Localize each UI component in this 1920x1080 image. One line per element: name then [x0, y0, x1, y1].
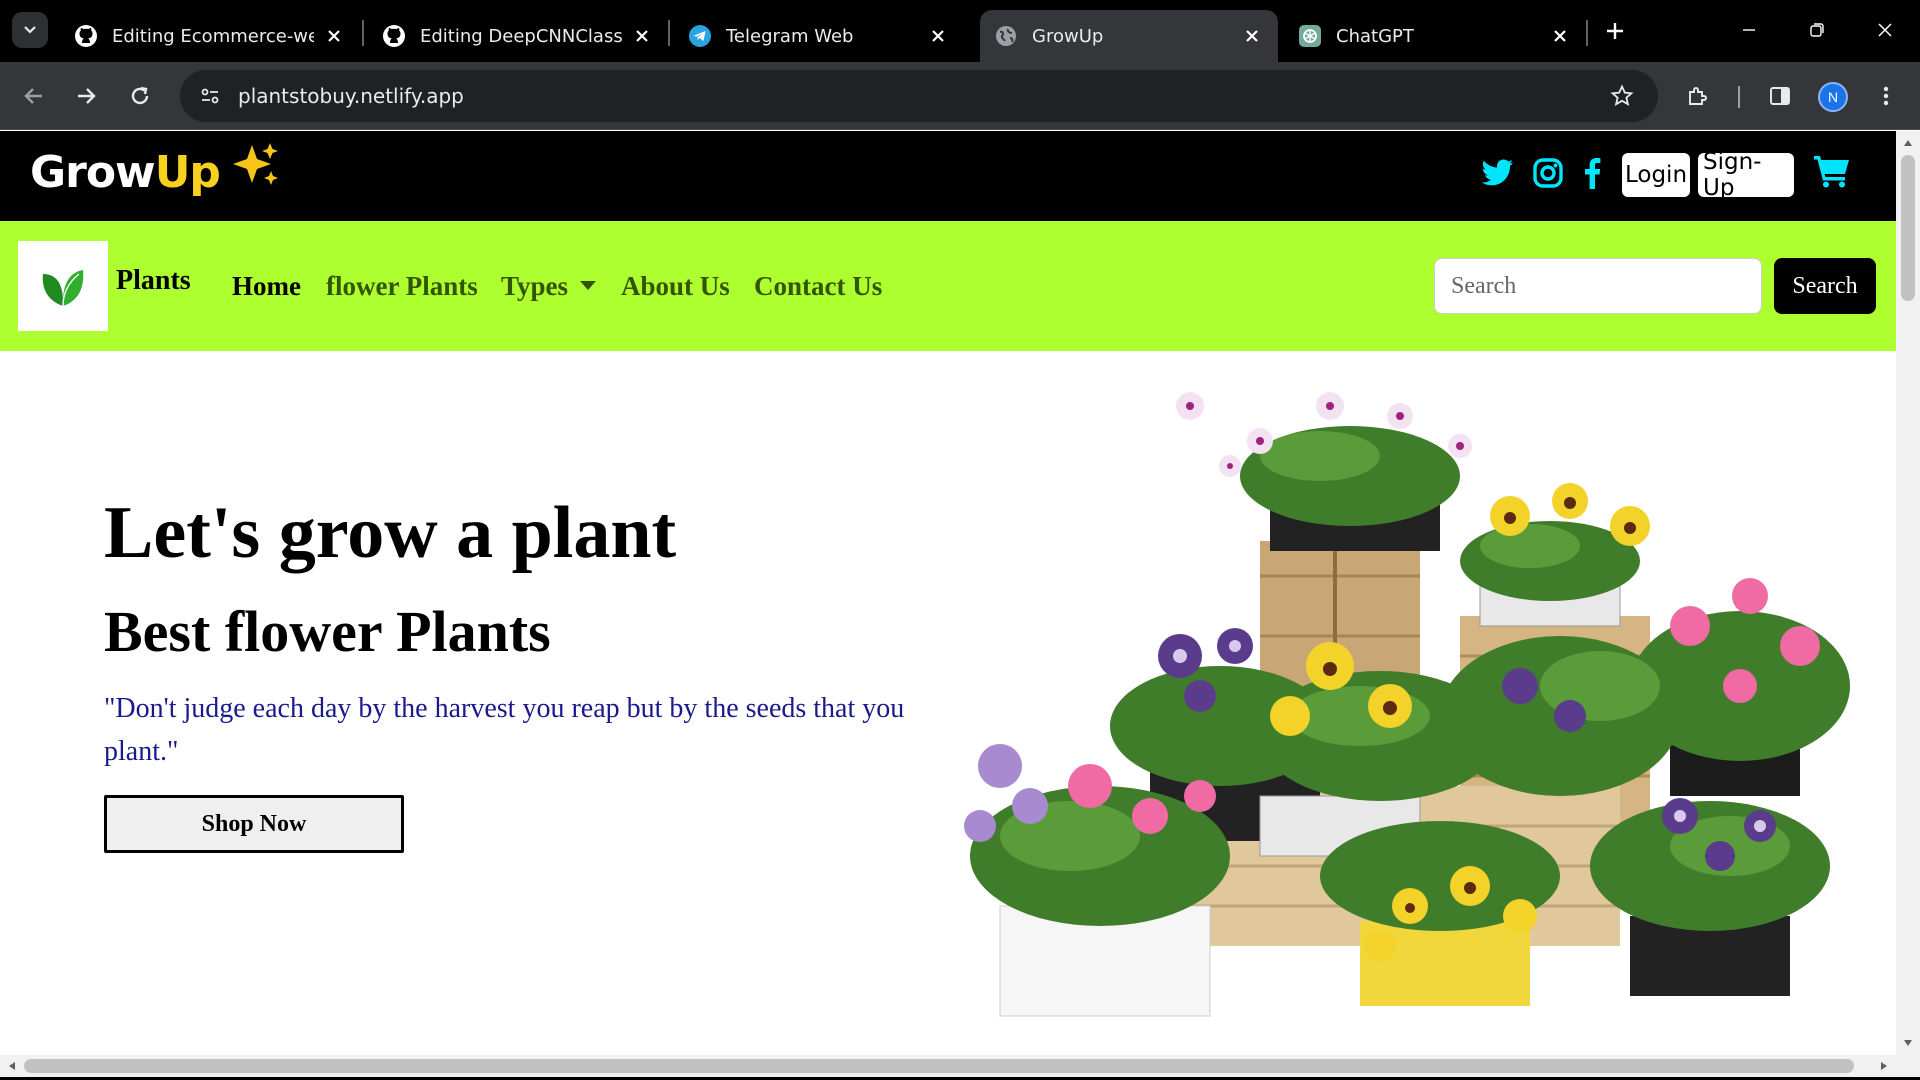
close-icon[interactable] [1548, 24, 1572, 48]
tab-search-button[interactable] [12, 12, 48, 48]
reload-icon [131, 86, 149, 105]
close-icon[interactable] [1240, 24, 1264, 48]
tab-separator [1586, 20, 1588, 46]
side-panel-icon [1770, 87, 1790, 105]
hero-title: Let's grow a plant [104, 492, 677, 574]
tab-title: Editing DeepCNNClassifier [420, 25, 622, 47]
arrow-right-icon [78, 88, 96, 104]
tab-separator [362, 20, 364, 46]
scroll-right-arrow-icon[interactable] [1878, 1060, 1890, 1072]
github-icon [74, 24, 98, 48]
menu-button[interactable] [1866, 76, 1906, 116]
reload-button[interactable] [120, 76, 160, 116]
facebook-icon[interactable] [1572, 153, 1612, 193]
site-settings-icon[interactable] [190, 76, 230, 116]
tab-separator [668, 20, 670, 46]
search-button[interactable]: Search [1774, 258, 1876, 314]
forward-button[interactable] [66, 76, 106, 116]
tab-deepcnn[interactable]: Editing DeepCNNClassifier [368, 10, 668, 62]
restore-icon [1810, 23, 1824, 37]
nav-about-us[interactable]: About Us [621, 271, 730, 302]
back-button[interactable] [14, 76, 54, 116]
logo-text-up: Up [154, 147, 221, 198]
tab-title: Telegram Web [726, 25, 854, 47]
close-icon [1878, 23, 1892, 37]
arrow-left-icon [24, 88, 42, 104]
chevron-down-icon [24, 26, 36, 34]
side-panel-button[interactable] [1760, 76, 1800, 116]
signup-button[interactable]: Sign-Up [1698, 149, 1794, 201]
tab-title: Editing Ecommerce-website [112, 25, 314, 47]
vertical-scroll-thumb[interactable] [1901, 155, 1915, 301]
hero-quote: "Don't judge each day by the harvest you… [104, 693, 905, 767]
logo-text-grow: Grow [30, 147, 156, 198]
tab-chatgpt[interactable]: ChatGPT [1284, 10, 1586, 62]
scroll-down-arrow-icon[interactable] [1902, 1037, 1914, 1049]
login-button[interactable]: Login [1622, 153, 1690, 197]
nav-home[interactable]: Home [232, 271, 301, 302]
site-logo[interactable]: GrowUp [30, 141, 280, 198]
github-icon [382, 24, 406, 48]
nav-flower-plants[interactable]: flower Plants [326, 271, 478, 302]
tab-ecommerce[interactable]: Editing Ecommerce-website [60, 10, 360, 62]
scroll-left-arrow-icon[interactable] [6, 1060, 18, 1072]
tab-telegram[interactable]: Telegram Web [674, 10, 964, 62]
site-header: GrowUp Login Sign-Up [0, 131, 1896, 221]
profile-avatar[interactable]: N [1818, 82, 1848, 112]
search-input[interactable] [1434, 258, 1762, 314]
url-text[interactable]: plantstobuy.netlify.app [238, 84, 464, 108]
chatgpt-icon [1298, 24, 1322, 48]
cart-icon[interactable] [1810, 151, 1854, 191]
scroll-up-arrow-icon[interactable] [1902, 137, 1914, 149]
vertical-scrollbar[interactable] [1896, 131, 1920, 1055]
sparkles-icon [230, 143, 280, 198]
horizontal-scrollbar[interactable] [0, 1055, 1896, 1077]
bookmark-star-icon[interactable] [1602, 76, 1642, 116]
more-vertical-icon [1883, 86, 1889, 106]
minimize-icon [1743, 29, 1755, 31]
extensions-button[interactable] [1678, 76, 1718, 116]
hero-subtitle: Best flower Plants [104, 599, 551, 664]
close-icon[interactable] [630, 24, 654, 48]
twitter-icon[interactable] [1478, 153, 1518, 193]
horizontal-scroll-thumb[interactable] [24, 1059, 1854, 1073]
telegram-icon [688, 24, 712, 48]
nav-contact-us[interactable]: Contact Us [754, 271, 882, 302]
scrollbar-corner [1896, 1055, 1920, 1077]
page-viewport: GrowUp Login Sign-Up Plants Home flower … [0, 131, 1896, 1055]
address-bar[interactable]: plantstobuy.netlify.app [180, 70, 1658, 122]
tab-title: ChatGPT [1336, 25, 1414, 47]
tab-strip: Editing Ecommerce-website Editing DeepCN… [0, 0, 1920, 62]
minimize-button[interactable] [1724, 10, 1774, 50]
close-icon[interactable] [926, 24, 950, 48]
nav-types-dropdown[interactable]: Types [501, 271, 597, 302]
new-tab-button[interactable] [1598, 14, 1632, 48]
toolbar-divider [1738, 86, 1740, 108]
hero-plants-image [964, 392, 1850, 1017]
tab-growup[interactable]: GrowUp [980, 10, 1278, 62]
plus-icon [1607, 23, 1623, 39]
close-window-button[interactable] [1860, 10, 1910, 50]
tab-title: GrowUp [1032, 25, 1104, 47]
puzzle-icon [1689, 87, 1707, 105]
leaf-icon [42, 270, 84, 307]
shop-now-button[interactable]: Shop Now [104, 795, 404, 853]
close-icon[interactable] [322, 24, 346, 48]
main-navbar: Plants Home flower Plants Types About Us… [0, 221, 1896, 351]
globe-icon [994, 24, 1018, 48]
nav-types-label: Types [501, 271, 569, 301]
brand-logo[interactable] [18, 241, 108, 331]
caret-down-icon [580, 281, 597, 291]
restore-button[interactable] [1792, 10, 1842, 50]
brand-name[interactable]: Plants [116, 265, 191, 297]
browser-toolbar: plantstobuy.netlify.app N [0, 62, 1920, 130]
instagram-icon[interactable] [1528, 153, 1568, 193]
